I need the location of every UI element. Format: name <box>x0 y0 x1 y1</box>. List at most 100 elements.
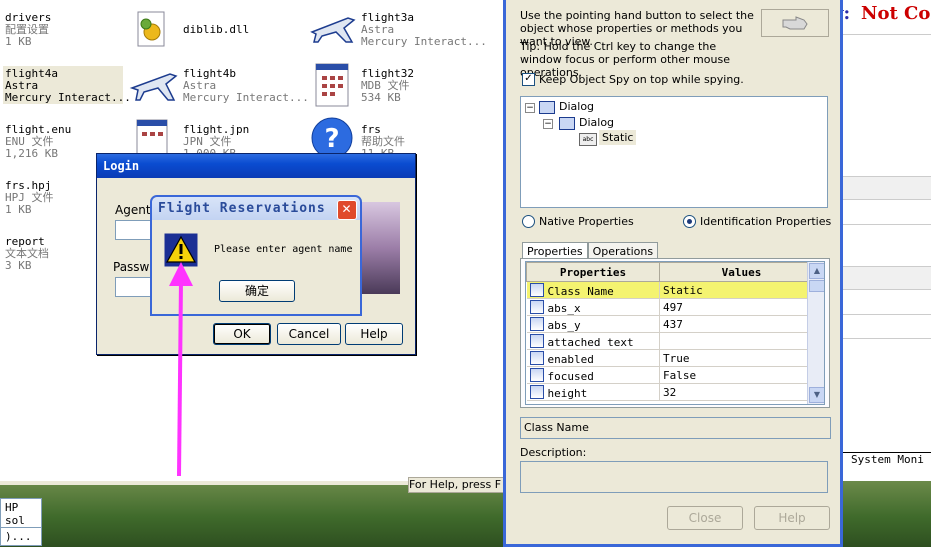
property-row[interactable]: attached text <box>526 332 824 350</box>
file-item-flight4b[interactable]: flight4b Astra Mercury Interact... <box>183 68 309 104</box>
close-icon[interactable]: ✕ <box>337 200 357 220</box>
file-size: 3 KB <box>5 259 32 272</box>
object-spy-window: Use the pointing hand button to select t… <box>503 0 843 547</box>
dialog-icon <box>539 101 555 114</box>
pointing-hand-button[interactable] <box>761 9 829 37</box>
file-size: 534 KB <box>361 91 401 104</box>
file-item-report[interactable]: report 文本文档 3 KB <box>5 236 49 272</box>
description-field <box>520 461 828 493</box>
tab-panel: Properties Values Class Name Static abs_… <box>520 258 830 408</box>
cancel-button[interactable]: Cancel <box>277 323 341 345</box>
property-name: abs_x <box>547 301 581 315</box>
file-size: 1,216 KB <box>5 147 58 160</box>
file-name: diblib.dll <box>183 23 250 36</box>
selected-property-field: Class Name <box>520 417 831 439</box>
message-title: Flight Reservations <box>158 201 326 216</box>
static-text-icon: abc <box>579 133 597 146</box>
file-company: Mercury Interact... <box>183 91 309 104</box>
collapse-icon[interactable]: − <box>525 103 535 113</box>
property-icon <box>529 384 544 399</box>
property-value: False <box>659 366 824 384</box>
column-header-values[interactable]: Values <box>659 262 824 282</box>
annotation-arrow <box>169 262 193 477</box>
login-image <box>360 202 400 294</box>
dll-icon[interactable] <box>134 10 172 56</box>
property-row[interactable]: focused False <box>526 366 824 384</box>
taskbar-item[interactable]: )... <box>0 527 42 546</box>
collapse-icon[interactable]: − <box>543 119 553 129</box>
app-row <box>833 176 931 200</box>
tree-node-dialog-child[interactable]: Dialog <box>579 116 614 129</box>
property-value <box>659 332 824 350</box>
taskbar-item-label: )... <box>5 530 32 543</box>
property-value: 32 <box>659 383 824 401</box>
description-label: Description: <box>520 446 587 459</box>
file-item-diblib[interactable]: diblib.dll <box>183 24 249 36</box>
property-row[interactable]: abs_x 497 <box>526 298 824 316</box>
airplane-icon[interactable] <box>128 62 178 110</box>
svg-text:?: ? <box>324 124 339 154</box>
file-item-frs-hpj[interactable]: frs.hpj HPJ 文件 1 KB <box>5 180 54 216</box>
login-title-bar[interactable]: Login <box>97 154 415 178</box>
divider <box>833 314 931 315</box>
keep-on-top-label: Keep Object Spy on top while spying. <box>539 73 744 86</box>
file-size: 1 KB <box>5 35 32 48</box>
scroll-thumb[interactable] <box>809 280 824 292</box>
divider <box>833 34 931 35</box>
message-ok-button[interactable]: 确定 <box>219 280 295 302</box>
identification-properties-label: Identification Properties <box>700 215 832 228</box>
property-icon <box>529 367 544 382</box>
property-name: enabled <box>547 352 594 366</box>
connection-status: Not Con <box>861 3 931 24</box>
property-value: True <box>659 349 824 367</box>
taskbar-item-label: HP sol <box>5 501 25 527</box>
radio-dot <box>687 219 692 224</box>
file-company: Mercury Interact... <box>5 91 131 104</box>
scroll-down-icon[interactable]: ▼ <box>809 387 824 403</box>
property-icon <box>529 282 544 297</box>
property-row[interactable]: enabled True <box>526 349 824 367</box>
airplane-icon[interactable] <box>308 8 356 52</box>
native-properties-radio[interactable] <box>522 215 535 228</box>
property-icon <box>529 316 544 331</box>
status-text: For Help, press F <box>409 478 502 491</box>
column-header-properties[interactable]: Properties <box>526 262 660 282</box>
pointing-hand-icon <box>782 16 808 30</box>
spy-help-button[interactable]: Help <box>754 506 830 530</box>
properties-grid[interactable]: Properties Values Class Name Static abs_… <box>525 261 825 405</box>
help-button[interactable]: Help <box>345 323 403 345</box>
property-value: Static <box>659 281 824 299</box>
file-item-flight-enu[interactable]: flight.enu ENU 文件 1,216 KB <box>5 124 71 160</box>
tree-node-dialog[interactable]: Dialog <box>559 100 594 113</box>
ok-button[interactable]: OK <box>213 323 271 345</box>
file-item-flight3a[interactable]: flight3a Astra Mercury Interact... <box>361 12 487 48</box>
taskbar-item[interactable]: HP sol <box>0 498 42 530</box>
tab-label: System Moni <box>851 453 924 466</box>
spy-tabs: Properties Operations <box>522 240 659 260</box>
message-text: Please enter agent name <box>214 244 353 255</box>
message-title-bar[interactable]: Flight Reservations ✕ <box>152 197 360 220</box>
identification-properties-radio[interactable] <box>683 215 696 228</box>
spy-close-button[interactable]: Close <box>667 506 743 530</box>
scroll-up-icon[interactable]: ▲ <box>809 263 824 279</box>
property-row[interactable]: abs_y 437 <box>526 315 824 333</box>
keep-on-top-checkbox[interactable]: ✓ <box>522 73 535 86</box>
tab-system-monitor[interactable]: System Moni <box>833 452 931 470</box>
native-properties-label: Native Properties <box>539 215 634 228</box>
background-app: y: Not Con System Moni <box>833 0 931 481</box>
file-item-flight32[interactable]: flight32 MDB 文件 534 KB <box>361 68 414 104</box>
tree-node-static[interactable]: Static <box>599 130 637 145</box>
property-row[interactable]: height 32 <box>526 383 824 401</box>
file-item-drivers[interactable]: drivers 配置设置 1 KB <box>5 12 51 48</box>
property-icon <box>529 333 544 348</box>
database-file-icon[interactable] <box>313 62 353 112</box>
object-tree[interactable]: − Dialog − Dialog abc Static <box>520 96 828 208</box>
file-item-flight4a[interactable]: flight4a Astra Mercury Interact... <box>5 68 131 104</box>
property-name: focused <box>547 369 594 383</box>
property-name: height <box>547 386 588 400</box>
property-name: abs_y <box>547 318 581 332</box>
property-row[interactable]: Class Name Static <box>526 281 824 299</box>
scrollbar[interactable]: ▲ ▼ <box>807 262 824 404</box>
property-icon <box>529 350 544 365</box>
property-value: 497 <box>659 298 824 316</box>
